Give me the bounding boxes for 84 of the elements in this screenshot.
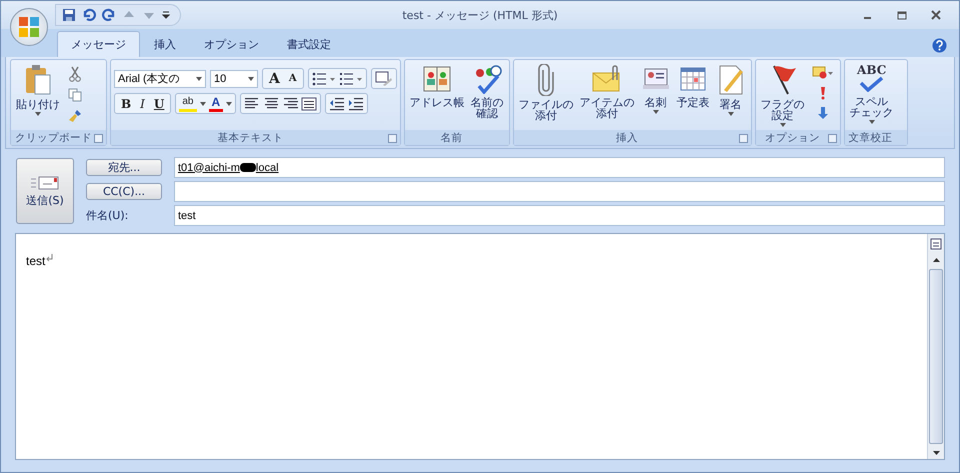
send-button[interactable]: 送信(S) [16,158,74,224]
group-label: 文章校正 [848,130,893,144]
caret-icon [35,112,41,116]
cc-field[interactable] [174,181,945,202]
caret-icon[interactable] [200,102,206,106]
card-button[interactable]: 名刺 [638,62,673,116]
scrollbar[interactable] [927,234,944,459]
to-field[interactable]: t01@aichi-m local [174,157,945,178]
subject-field[interactable]: test [174,205,945,226]
close-icon[interactable] [931,10,941,20]
attach-file-button[interactable]: ファイルの 添付 [516,62,576,123]
caret-icon[interactable] [248,76,254,80]
styles-icon[interactable] [374,70,393,86]
group-label: 基本テキスト [217,130,284,144]
paragraph-mark-icon [46,254,54,262]
increase-indent-icon[interactable] [348,96,364,110]
launcher-icon[interactable] [738,134,748,143]
brush-icon[interactable] [67,108,83,124]
redaction-mark [240,163,256,172]
down-arrow-icon[interactable] [818,106,828,120]
copy-icon[interactable] [68,88,82,102]
caret-icon[interactable] [196,76,202,80]
bold-button[interactable]: B [118,96,134,110]
spelling-icon-text: ABC [857,64,886,76]
scroll-up-icon[interactable] [932,257,940,263]
signature-button[interactable]: 署名 [714,62,748,118]
caret-icon[interactable] [226,102,232,106]
help-icon[interactable] [932,38,947,53]
font-size-dropdown[interactable]: 10 [210,70,258,88]
launcher-icon[interactable] [828,134,837,143]
underline-button[interactable]: U [150,96,168,110]
group-label: オプション [765,130,820,144]
shrink-font-button[interactable]: A [286,72,300,86]
clipboard-icon [23,64,53,96]
window-title: test - メッセージ (HTML 形式) [401,8,559,22]
office-button[interactable] [10,8,48,46]
grow-font-button[interactable]: A [266,72,283,86]
maximize-icon[interactable] [897,10,907,20]
font-color-button[interactable]: A [208,95,224,112]
ribbon-tab[interactable]: メッセージ [57,31,140,57]
redo-icon[interactable] [102,8,116,22]
align-icon[interactable] [263,96,280,110]
group-label: 挿入 [616,130,638,144]
font-dropdown[interactable]: Arial (本文の [114,70,206,88]
save-icon[interactable] [62,8,76,22]
checkmark-icon [858,76,885,92]
office-logo-icon [18,16,40,38]
exclamation-icon[interactable] [818,86,827,100]
to-button[interactable]: 宛先... [86,159,162,176]
subject-label: 件名(U): [86,208,130,223]
launcher-icon[interactable] [388,134,397,143]
align-icon[interactable] [244,96,260,110]
book-icon [422,64,452,94]
numbering-icon[interactable] [338,72,363,86]
ribbon-tab[interactable]: オプション [190,31,273,57]
justify-icon[interactable] [301,96,318,110]
ruler-icon[interactable] [930,237,942,251]
bullets-icon[interactable] [312,72,336,86]
scissors-icon[interactable] [68,66,82,82]
highlight-button[interactable]: ab [179,95,196,112]
address-book-button[interactable]: アドレス帳 [408,62,467,110]
launcher-icon[interactable] [94,134,103,143]
envelope-icon [30,174,60,190]
cc-button[interactable]: CC(C)... [86,183,162,200]
attach-item-button[interactable]: アイテムの 添付 [578,62,637,121]
decrease-indent-icon[interactable] [329,96,346,110]
paste-button[interactable]: 貼り付け [14,62,62,118]
spelling-button[interactable]: ABC スペル チェック [848,62,896,126]
customize-icon[interactable] [162,10,170,20]
check-names-button[interactable]: 名前の 確認 [468,62,506,121]
scroll-thumb[interactable] [929,269,943,444]
ribbon-tab[interactable]: 書式設定 [273,31,345,57]
group-label: 名前 [440,130,463,144]
message-body-text: test [26,254,46,268]
group-label: クリップボード [15,130,92,144]
flag-button[interactable]: フラグの 設定 [758,62,807,129]
scroll-down-icon[interactable] [932,450,940,456]
calendar-button[interactable]: 予定表 [674,62,712,110]
envelope-icon[interactable] [812,66,834,80]
paperclip-icon [536,64,556,96]
undo-icon[interactable] [82,8,96,22]
align-icon[interactable] [282,96,298,110]
italic-button[interactable]: I [137,96,148,110]
ribbon-tab[interactable]: 挿入 [140,31,190,57]
